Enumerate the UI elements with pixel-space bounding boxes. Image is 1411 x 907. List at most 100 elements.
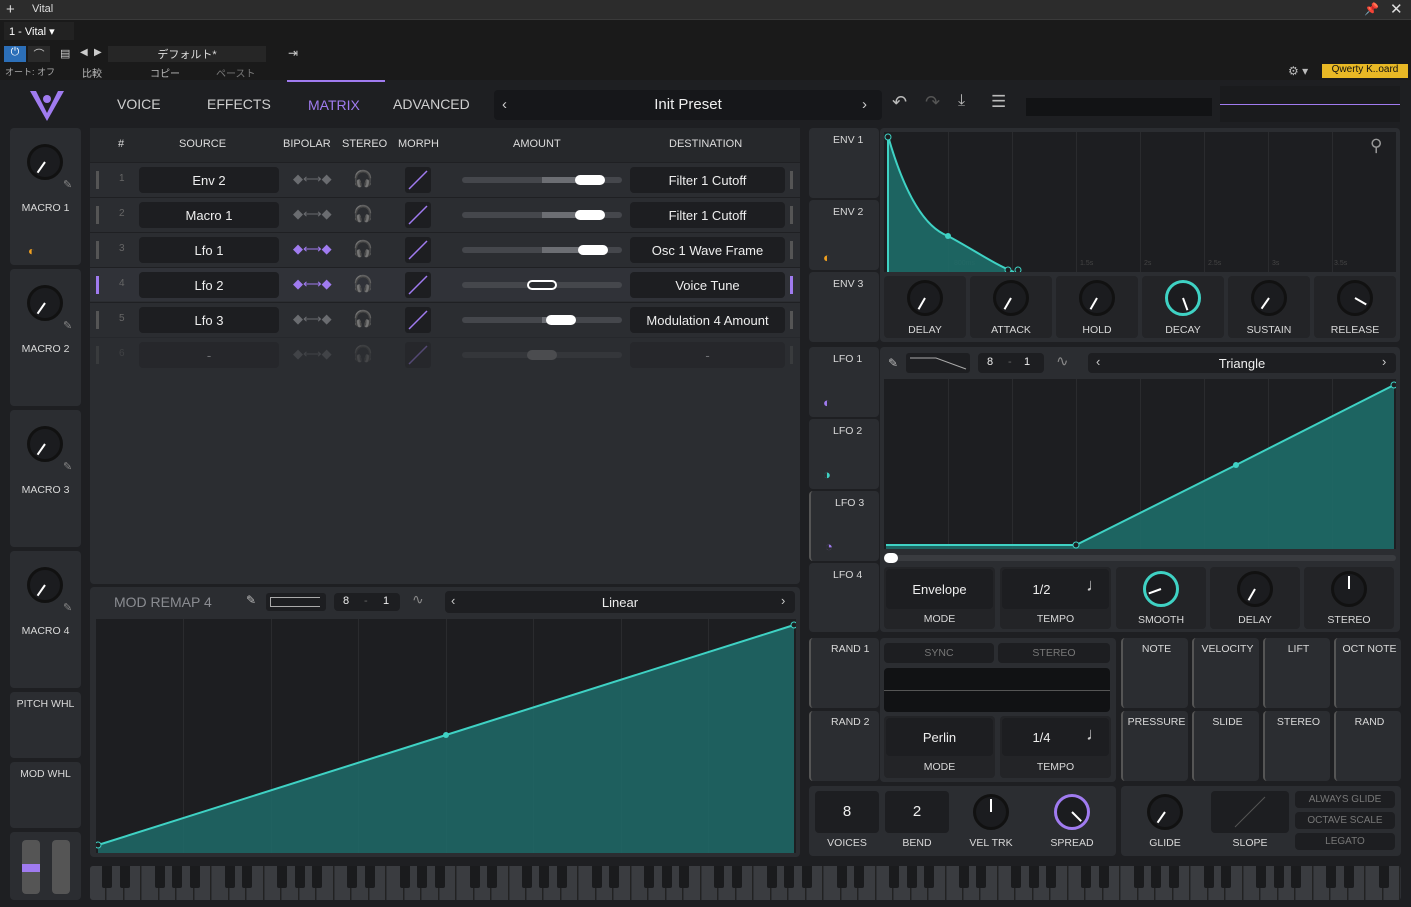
row-source-select[interactable]: Lfo 1 xyxy=(139,237,279,263)
black-key[interactable] xyxy=(1203,866,1214,888)
lfo-grid-select[interactable]: 8-1 xyxy=(978,353,1044,373)
bipolar-icon[interactable]: ◆⟷◆ xyxy=(293,171,332,187)
black-key[interactable] xyxy=(731,866,742,888)
black-key[interactable] xyxy=(591,866,602,888)
lfo-tempo-box[interactable]: 1/2 ♩ TEMPO xyxy=(1000,567,1111,629)
glide-knob[interactable] xyxy=(1147,794,1183,830)
env-attack-knob[interactable] xyxy=(993,280,1029,316)
pencil-icon[interactable]: ✎ xyxy=(888,356,898,370)
row-handle[interactable] xyxy=(96,206,99,224)
source-pressure[interactable]: PRESSURE xyxy=(1121,711,1188,781)
row-end-handle[interactable] xyxy=(790,171,793,189)
lfo-grid-y[interactable]: 1 xyxy=(1024,356,1030,368)
undo-icon[interactable]: ↶ xyxy=(892,92,907,113)
black-key[interactable] xyxy=(609,866,620,888)
macro-4-knob[interactable] xyxy=(27,567,63,603)
row-handle[interactable] xyxy=(96,276,99,294)
amount-slider[interactable] xyxy=(462,210,622,220)
black-key[interactable] xyxy=(364,866,375,888)
black-key[interactable] xyxy=(661,866,672,888)
black-key[interactable] xyxy=(1221,866,1232,888)
bipolar-icon[interactable]: ◆⟷◆ xyxy=(293,311,332,327)
slope-box[interactable] xyxy=(1211,791,1289,833)
black-key[interactable] xyxy=(1168,866,1179,888)
remap-grid-y[interactable]: 1 xyxy=(383,595,389,607)
source-rand[interactable]: RAND xyxy=(1334,711,1401,781)
env-sustain-knob[interactable] xyxy=(1251,280,1287,316)
lfo-curve[interactable] xyxy=(884,379,1396,549)
row-end-handle[interactable] xyxy=(790,241,793,259)
edit-icon[interactable]: ✎ xyxy=(63,178,72,191)
rand-mode-box[interactable]: Perlin MODE xyxy=(884,716,995,778)
black-key[interactable] xyxy=(1011,866,1022,888)
lfo-3-tab[interactable]: LFO 3 ◔ xyxy=(809,491,879,561)
black-key[interactable] xyxy=(1378,866,1389,888)
bipolar-icon[interactable]: ◆⟷◆ xyxy=(293,346,332,362)
black-key[interactable] xyxy=(801,866,812,888)
tab-effects[interactable]: EFFECTS xyxy=(207,96,271,112)
morph-icon[interactable] xyxy=(405,202,431,228)
macro-1-knob[interactable] xyxy=(27,144,63,180)
black-key[interactable] xyxy=(1098,866,1109,888)
edit-icon[interactable]: ✎ xyxy=(63,319,72,332)
header-bipolar[interactable]: BIPOLAR xyxy=(283,138,331,150)
black-key[interactable] xyxy=(487,866,498,888)
preset-name[interactable]: Init Preset xyxy=(494,96,882,113)
header-destination[interactable]: DESTINATION xyxy=(669,138,742,150)
black-key[interactable] xyxy=(119,866,130,888)
amount-thumb[interactable] xyxy=(575,175,605,185)
morph-icon[interactable] xyxy=(405,167,431,193)
amount-slider[interactable] xyxy=(462,280,622,290)
black-key[interactable] xyxy=(539,866,550,888)
macro-4[interactable]: ✎ MACRO 4 xyxy=(10,551,81,688)
row-source-select[interactable]: Macro 1 xyxy=(139,202,279,228)
morph-icon[interactable] xyxy=(405,307,431,333)
black-key[interactable] xyxy=(959,866,969,888)
close-icon[interactable]: ✕ xyxy=(1390,0,1403,18)
macro-3-knob[interactable] xyxy=(27,426,63,462)
env-delay-knob[interactable] xyxy=(907,280,943,316)
rand-2-tab[interactable]: RAND 2 xyxy=(809,711,879,781)
copy-button[interactable]: コピー xyxy=(150,65,180,80)
black-key[interactable] xyxy=(434,866,445,888)
row-handle[interactable] xyxy=(96,241,99,259)
black-key[interactable] xyxy=(417,866,428,888)
row-source-select[interactable]: - xyxy=(139,342,279,368)
header-source[interactable]: SOURCE xyxy=(179,138,226,150)
source-note[interactable]: NOTE xyxy=(1121,638,1188,708)
macro-1[interactable]: ✎ MACRO 1 ◐ xyxy=(10,128,81,265)
matrix-row[interactable]: 3 Lfo 1 ◆⟷◆ 🎧 Osc 1 Wave Frame xyxy=(90,232,800,266)
save-preset-icon[interactable]: ⤓ xyxy=(958,92,965,110)
amount-slider[interactable] xyxy=(462,315,622,325)
bend-value-box[interactable]: 2 xyxy=(885,791,949,833)
env-3-tab[interactable]: ENV 3 xyxy=(809,272,879,342)
stereo-icon[interactable]: 🎧 xyxy=(353,344,373,364)
lfo-1-tab[interactable]: LFO 1 ◐ xyxy=(809,347,879,417)
env-decay-knob[interactable] xyxy=(1165,280,1201,316)
black-key[interactable] xyxy=(854,866,865,888)
black-key[interactable] xyxy=(172,866,183,888)
black-key[interactable] xyxy=(277,866,288,888)
row-destination-select[interactable]: Osc 1 Wave Frame xyxy=(630,237,785,263)
lfo-shape-preview[interactable] xyxy=(906,353,970,373)
black-key[interactable] xyxy=(889,866,900,888)
rand-sync-button[interactable]: SYNC xyxy=(884,643,994,663)
smooth-icon[interactable]: ∿ xyxy=(412,591,424,608)
menu-icon[interactable]: ☰ xyxy=(991,92,1006,112)
pitch-wheel[interactable] xyxy=(22,840,40,894)
lfo-4-tab[interactable]: LFO 4 xyxy=(809,563,879,632)
row-end-handle[interactable] xyxy=(790,276,793,294)
black-key[interactable] xyxy=(556,866,567,888)
black-key[interactable] xyxy=(784,866,795,888)
source-lift[interactable]: LIFT xyxy=(1263,638,1330,708)
black-key[interactable] xyxy=(644,866,655,888)
redo-icon[interactable]: ↷ xyxy=(925,92,940,113)
row-handle[interactable] xyxy=(96,171,99,189)
prev-preset-icon[interactable]: ◀ xyxy=(80,47,88,58)
header-num[interactable]: # xyxy=(118,138,124,150)
legato-button[interactable]: LEGATO xyxy=(1295,833,1395,850)
black-key[interactable] xyxy=(1028,866,1039,888)
black-key[interactable] xyxy=(1326,866,1337,888)
lfo-delay-knob[interactable] xyxy=(1237,571,1273,607)
row-destination-select[interactable]: Filter 1 Cutoff xyxy=(630,202,785,228)
